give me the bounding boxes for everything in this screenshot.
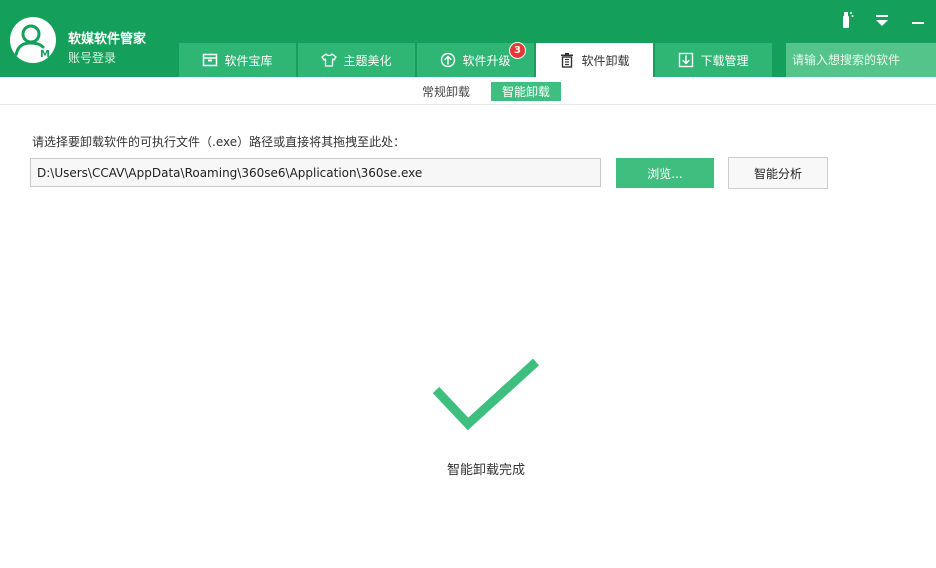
tab-label: 软件升级	[462, 53, 511, 68]
svg-text:M: M	[40, 49, 50, 60]
download-icon	[679, 52, 694, 68]
subtab-smart-uninstall[interactable]: 智能卸载	[491, 82, 561, 101]
menu-icon[interactable]	[870, 8, 894, 32]
exe-path-input[interactable]	[30, 158, 601, 187]
box-icon	[203, 53, 218, 67]
instruction-text: 请选择要卸载软件的可执行文件（.exe）路径或直接将其拖拽至此处：	[32, 135, 406, 149]
skin-icon[interactable]	[834, 8, 858, 32]
update-count-badge: 3	[509, 42, 526, 59]
tab-software-library[interactable]: 软件宝库	[179, 43, 296, 77]
subtab-normal-uninstall[interactable]: 常规卸载	[410, 82, 482, 101]
title-bar: M 软媒软件管家 账号登录 软件宝库 主题美化 软件升级 3 软件卸载 下载管理…	[0, 0, 936, 77]
tab-label: 下载管理	[700, 53, 749, 68]
tab-upgrade[interactable]: 软件升级 3	[417, 42, 534, 77]
checkmark-icon	[432, 358, 540, 431]
trash-icon	[561, 53, 574, 68]
search-input[interactable]	[786, 43, 936, 77]
smart-analyze-button[interactable]: 智能分析	[728, 157, 828, 189]
avatar[interactable]: M	[10, 17, 56, 63]
tshirt-icon	[321, 53, 338, 67]
browse-button[interactable]: 浏览...	[616, 158, 714, 188]
upgrade-icon	[441, 52, 456, 68]
minimize-icon[interactable]	[906, 8, 930, 32]
tab-label: 软件宝库	[224, 53, 273, 68]
login-link[interactable]: 账号登录	[68, 49, 116, 66]
tab-label: 主题美化	[343, 53, 392, 68]
tab-uninstall[interactable]: 软件卸载	[536, 43, 653, 77]
user-icon: M	[14, 24, 50, 60]
tab-download-manager[interactable]: 下载管理	[655, 43, 772, 77]
tab-label: 软件卸载	[581, 53, 630, 68]
status-text: 智能卸载完成	[446, 463, 525, 478]
tab-theme[interactable]: 主题美化	[298, 43, 415, 77]
uninstall-mode-tabs: 常规卸载 智能卸载	[0, 77, 936, 105]
app-title: 软媒软件管家	[68, 32, 147, 47]
